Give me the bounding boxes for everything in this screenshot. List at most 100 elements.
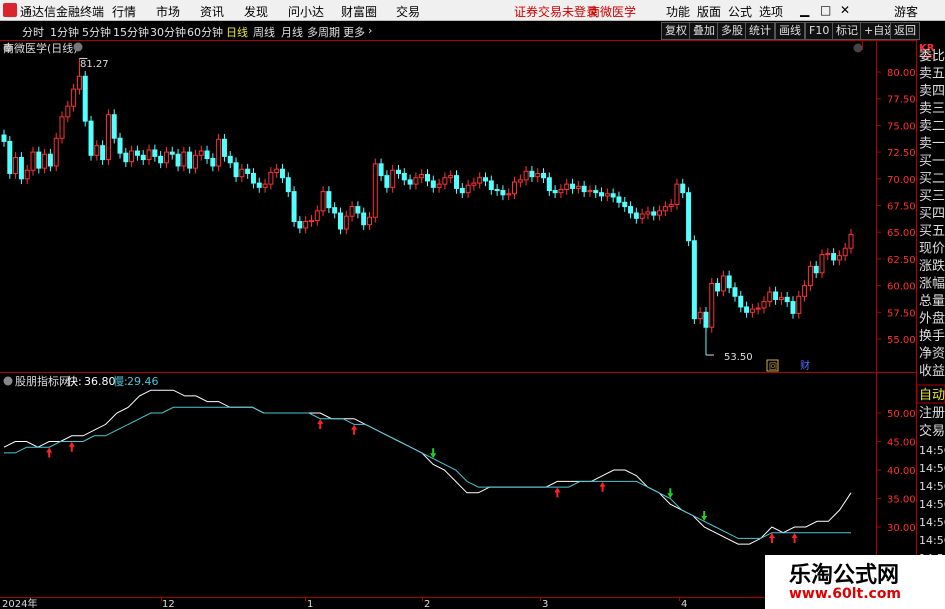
auto-button[interactable]: 自动 [919, 388, 945, 403]
candle-body [256, 182, 262, 188]
candle-body [88, 120, 94, 156]
menu-discover[interactable]: 发现 [244, 3, 268, 20]
guest-label[interactable]: 游客 [894, 3, 918, 20]
overlay-button[interactable]: 叠加 [689, 22, 719, 40]
candle-body [187, 151, 193, 169]
candle-body [517, 179, 523, 183]
tick-time: 14:56 [919, 462, 945, 475]
candle-body [749, 308, 755, 313]
high-price-label: 81.27 [80, 59, 109, 70]
candle-body [674, 183, 680, 205]
candlestick-chart [1, 57, 854, 356]
candle-body [819, 254, 825, 274]
candle-body [390, 169, 396, 188]
sell-arrow-icon [667, 488, 674, 499]
period-more[interactable]: 更多 [343, 24, 365, 40]
price-tick-label: 55.00 [887, 335, 916, 346]
candle-body [65, 105, 71, 118]
candle-body [581, 185, 587, 193]
period-timeshare[interactable]: 分时 [22, 24, 44, 40]
indicator-tick-label: 50.00 [887, 409, 916, 420]
menu-wealth[interactable]: 财富圈 [341, 3, 377, 20]
multi-stock-button[interactable]: 多股 [717, 22, 747, 40]
candle-body [192, 154, 198, 169]
period-30min[interactable]: 30分钟 [150, 24, 186, 40]
date-label-12: 12 [162, 599, 175, 609]
maximize-button[interactable]: □ [820, 3, 831, 17]
side-row-label: 卖二 [919, 119, 945, 134]
period-multi[interactable]: 多周期 [307, 24, 340, 40]
period-weekly[interactable]: 周线 [253, 24, 275, 40]
side-row-label: 涨跌 [919, 258, 945, 274]
candle-body [361, 212, 367, 226]
close-button[interactable]: ✕ [840, 3, 850, 17]
side-row-label: 买四 [919, 207, 945, 222]
buy-arrow-icon [351, 424, 358, 435]
menu-function[interactable]: 功能 [666, 3, 690, 20]
candle-body [100, 145, 106, 161]
candle-body [71, 88, 77, 107]
candle-body [686, 192, 692, 242]
f10-button[interactable]: F10 [805, 22, 834, 40]
finance-badge[interactable]: 财 [800, 359, 810, 372]
candle-body [134, 150, 140, 156]
candle-body [332, 207, 338, 214]
candle-body [767, 291, 773, 303]
candle-body [245, 168, 251, 174]
candle-body [175, 153, 181, 167]
trade-button[interactable]: 交易 [919, 423, 945, 439]
candle-body [349, 206, 355, 217]
review-badge[interactable]: 回 [769, 362, 777, 371]
panel-option-icon[interactable] [853, 43, 863, 53]
period-daily[interactable]: 日线 [226, 24, 248, 40]
period-5min[interactable]: 5分钟 [82, 24, 111, 40]
candle-body [24, 169, 30, 180]
stats-button[interactable]: 统计 [745, 22, 775, 40]
period-1min[interactable]: 1分钟 [50, 24, 79, 40]
period-monthly[interactable]: 月线 [281, 24, 303, 40]
candle-body [221, 138, 227, 157]
side-row-label: 净资 [919, 347, 945, 362]
login-notice[interactable]: 证券交易未登录 [514, 3, 598, 20]
candle-body [111, 114, 117, 139]
side-row-label: 涨幅 [919, 277, 945, 292]
candle-body [662, 206, 668, 212]
menu-layout[interactable]: 版面 [697, 3, 721, 20]
candle-body [94, 145, 100, 156]
title-bar: 通达信金融终端 行情 市场 资讯 发现 问小达 财富圈 交易 证券交易未登录 南… [0, 0, 945, 21]
candle-body [216, 138, 222, 167]
restore-rights-button[interactable]: 复权 [661, 22, 691, 40]
back-button[interactable]: 返回 [890, 22, 920, 40]
candle-body [425, 174, 430, 182]
slow-value: 29.46 [127, 375, 159, 388]
price-tick-label: 65.00 [887, 228, 916, 239]
candle-body [570, 183, 576, 189]
chevron-right-icon[interactable]: › [368, 24, 372, 37]
minimize-button[interactable]: ▁ [800, 3, 809, 17]
chevron-down-icon[interactable] [73, 42, 83, 52]
menu-ask[interactable]: 问小达 [288, 3, 324, 20]
menu-news[interactable]: 资讯 [200, 3, 224, 20]
register-button[interactable]: 注册 [919, 406, 945, 421]
candle-body [599, 192, 605, 197]
indicator-tick-label: 40.00 [887, 466, 916, 477]
mark-button[interactable]: 标记 [832, 22, 862, 40]
menu-quotes[interactable]: 行情 [112, 3, 136, 20]
slow-line [4, 406, 851, 539]
menu-options[interactable]: 选项 [759, 3, 783, 20]
menu-formula[interactable]: 公式 [728, 3, 752, 20]
menu-trade[interactable]: 交易 [396, 3, 420, 20]
candle-body [587, 190, 593, 193]
candle-body [633, 212, 639, 219]
candle-body [651, 211, 657, 216]
candle-body [204, 150, 210, 160]
price-tick-label: 62.50 [887, 255, 916, 266]
menu-market[interactable]: 市场 [156, 3, 180, 20]
draw-line-button[interactable]: 画线 [775, 22, 805, 40]
tick-time: 14:56 [919, 444, 945, 457]
period-15min[interactable]: 15分钟 [113, 24, 149, 40]
indicator-collapse-icon[interactable] [3, 376, 13, 386]
candle-body [401, 172, 407, 181]
candle-body [471, 182, 477, 186]
period-60min[interactable]: 60分钟 [187, 24, 223, 40]
